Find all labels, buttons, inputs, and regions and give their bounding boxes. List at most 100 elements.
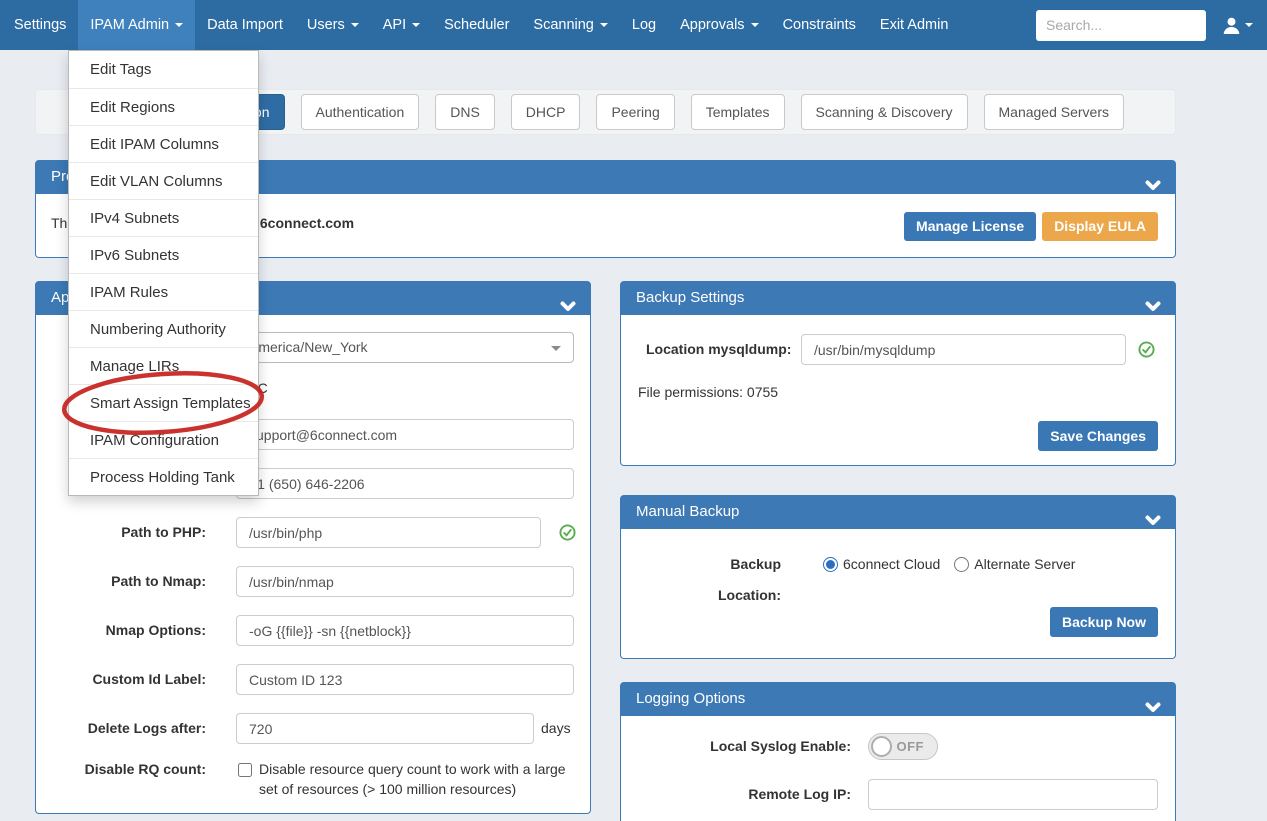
license-licensee: 6connect.com [260, 215, 354, 231]
radio-6connect-cloud-input[interactable] [823, 557, 838, 572]
menu-item-ipam-configuration[interactable]: IPAM Configuration [69, 421, 258, 458]
caret-down-icon [412, 23, 420, 27]
menu-item-ipam-rules[interactable]: IPAM Rules [69, 273, 258, 310]
disable-rq-text: Disable resource query count to work wit… [259, 759, 581, 799]
support-email-input[interactable] [236, 419, 574, 450]
file-permissions-text: File permissions: 0755 [638, 384, 778, 400]
disable-rq-label: Disable RQ count: [36, 759, 206, 779]
backup-settings-panel: Backup Settings Location mysqldump: File… [620, 281, 1176, 466]
nav-approvals[interactable]: Approvals [668, 0, 770, 50]
delete-logs-label: Delete Logs after: [36, 713, 206, 744]
user-icon [1222, 16, 1241, 35]
nav-scanning[interactable]: Scanning [521, 0, 619, 50]
nav-log[interactable]: Log [620, 0, 668, 50]
mysqldump-location-input[interactable] [801, 334, 1126, 365]
backup-location-label: Backup Location: [671, 549, 781, 611]
menu-item-manage-lirs[interactable]: Manage LIRs [69, 347, 258, 384]
nav-users-label: Users [307, 17, 345, 33]
menu-item-smart-assign-templates[interactable]: Smart Assign Templates [69, 384, 258, 421]
logging-options-body: Local Syslog Enable: OFF Remote Log IP: [620, 716, 1176, 821]
remote-log-ip-label: Remote Log IP: [621, 779, 851, 810]
delete-logs-suffix: days [541, 713, 571, 744]
logging-options-title: Logging Options [636, 690, 745, 707]
menu-item-edit-tags[interactable]: Edit Tags [69, 51, 258, 88]
nmap-options-input[interactable] [236, 615, 574, 646]
path-to-php-input[interactable] [236, 517, 541, 548]
top-navbar: Settings IPAM Admin Data Import Users AP… [0, 0, 1267, 50]
caret-down-icon [600, 23, 608, 27]
caret-down-icon [751, 23, 759, 27]
save-changes-button[interactable]: Save Changes [1038, 421, 1158, 451]
remote-log-ip-input[interactable] [868, 779, 1158, 810]
radio-alternate-server-label: Alternate Server [974, 549, 1075, 580]
nav-ipam-admin[interactable]: IPAM Admin [78, 0, 195, 50]
nav-exit-admin[interactable]: Exit Admin [868, 0, 961, 50]
custom-id-input[interactable] [236, 664, 574, 695]
timezone-value: America/New_York [249, 339, 368, 355]
menu-item-ipv6-subnets[interactable]: IPv6 Subnets [69, 236, 258, 273]
caret-down-icon [1245, 23, 1253, 27]
tab-authentication[interactable]: Authentication [301, 94, 420, 130]
menu-item-process-holding-tank[interactable]: Process Holding Tank [69, 458, 258, 495]
toggle-off-label: OFF [897, 739, 925, 754]
menu-item-numbering-authority[interactable]: Numbering Authority [69, 310, 258, 347]
syslog-toggle[interactable]: OFF [868, 733, 938, 760]
backup-now-button[interactable]: Backup Now [1050, 607, 1158, 637]
menu-item-edit-regions[interactable]: Edit Regions [69, 88, 258, 125]
user-menu[interactable] [1222, 16, 1253, 35]
nav-ipam-admin-label: IPAM Admin [90, 17, 169, 33]
tab-dhcp[interactable]: DHCP [511, 94, 581, 130]
backup-location-options: 6connect Cloud Alternate Server [823, 549, 1075, 580]
caret-down-icon [351, 23, 359, 27]
radio-6connect-cloud-label: 6connect Cloud [843, 549, 940, 580]
radio-alternate-server-input[interactable] [954, 557, 969, 572]
caret-down-icon [551, 346, 561, 351]
delete-logs-input[interactable] [236, 713, 534, 744]
tab-peering[interactable]: Peering [596, 94, 674, 130]
local-syslog-label: Local Syslog Enable: [621, 731, 851, 762]
nav-settings[interactable]: Settings [2, 0, 78, 50]
tab-managed-servers[interactable]: Managed Servers [984, 94, 1125, 130]
tab-dns[interactable]: DNS [435, 94, 495, 130]
tab-scanning-discovery[interactable]: Scanning & Discovery [801, 94, 968, 130]
nav-right [1036, 0, 1267, 50]
tab-templates[interactable]: Templates [691, 94, 785, 130]
path-to-nmap-label: Path to Nmap: [36, 566, 206, 597]
menu-item-edit-ipam-columns[interactable]: Edit IPAM Columns [69, 125, 258, 162]
nav-api-label: API [383, 17, 406, 33]
manual-backup-body: Backup Location: 6connect Cloud Alternat… [620, 529, 1176, 659]
valid-check-icon [1138, 341, 1155, 363]
nav-users[interactable]: Users [295, 0, 371, 50]
nav-api[interactable]: API [371, 0, 432, 50]
backup-settings-title: Backup Settings [636, 289, 744, 306]
nav-data-import[interactable]: Data Import [195, 0, 295, 50]
tab-list: Application Authentication DNS DHCP Peer… [186, 94, 1124, 130]
timezone-select[interactable]: America/New_York [236, 332, 574, 363]
license-buttons: Manage License Display EULA [904, 212, 1158, 241]
ipam-admin-dropdown: Edit Tags Edit Regions Edit IPAM Columns… [68, 50, 259, 496]
menu-item-edit-vlan-columns[interactable]: Edit VLAN Columns [69, 162, 258, 199]
caret-down-icon [175, 23, 183, 27]
logging-options-panel: Logging Options Local Syslog Enable: OFF… [620, 682, 1176, 821]
support-phone-input[interactable] [236, 468, 574, 499]
radio-alternate-server[interactable]: Alternate Server [954, 549, 1075, 580]
menu-item-ipv4-subnets[interactable]: IPv4 Subnets [69, 199, 258, 236]
mysqldump-location-label: Location mysqldump: [646, 334, 791, 365]
disable-rq-checkbox[interactable] [238, 763, 252, 777]
nmap-options-label: Nmap Options: [36, 615, 206, 646]
manual-backup-header: Manual Backup [620, 495, 1176, 529]
valid-check-icon [559, 524, 576, 546]
manual-backup-panel: Manual Backup Backup Location: 6connect … [620, 495, 1176, 659]
nav-approvals-label: Approvals [680, 17, 744, 33]
nav-scanning-label: Scanning [533, 17, 593, 33]
nav-scheduler[interactable]: Scheduler [432, 0, 521, 50]
nav-items: Settings IPAM Admin Data Import Users AP… [0, 0, 960, 50]
manage-license-button[interactable]: Manage License [904, 212, 1036, 241]
backup-settings-header: Backup Settings [620, 281, 1176, 315]
nav-constraints[interactable]: Constraints [771, 0, 868, 50]
manual-backup-title: Manual Backup [636, 503, 739, 520]
radio-6connect-cloud[interactable]: 6connect Cloud [823, 549, 940, 580]
display-eula-button[interactable]: Display EULA [1042, 212, 1158, 241]
path-to-nmap-input[interactable] [236, 566, 574, 597]
search-input[interactable] [1036, 10, 1206, 41]
